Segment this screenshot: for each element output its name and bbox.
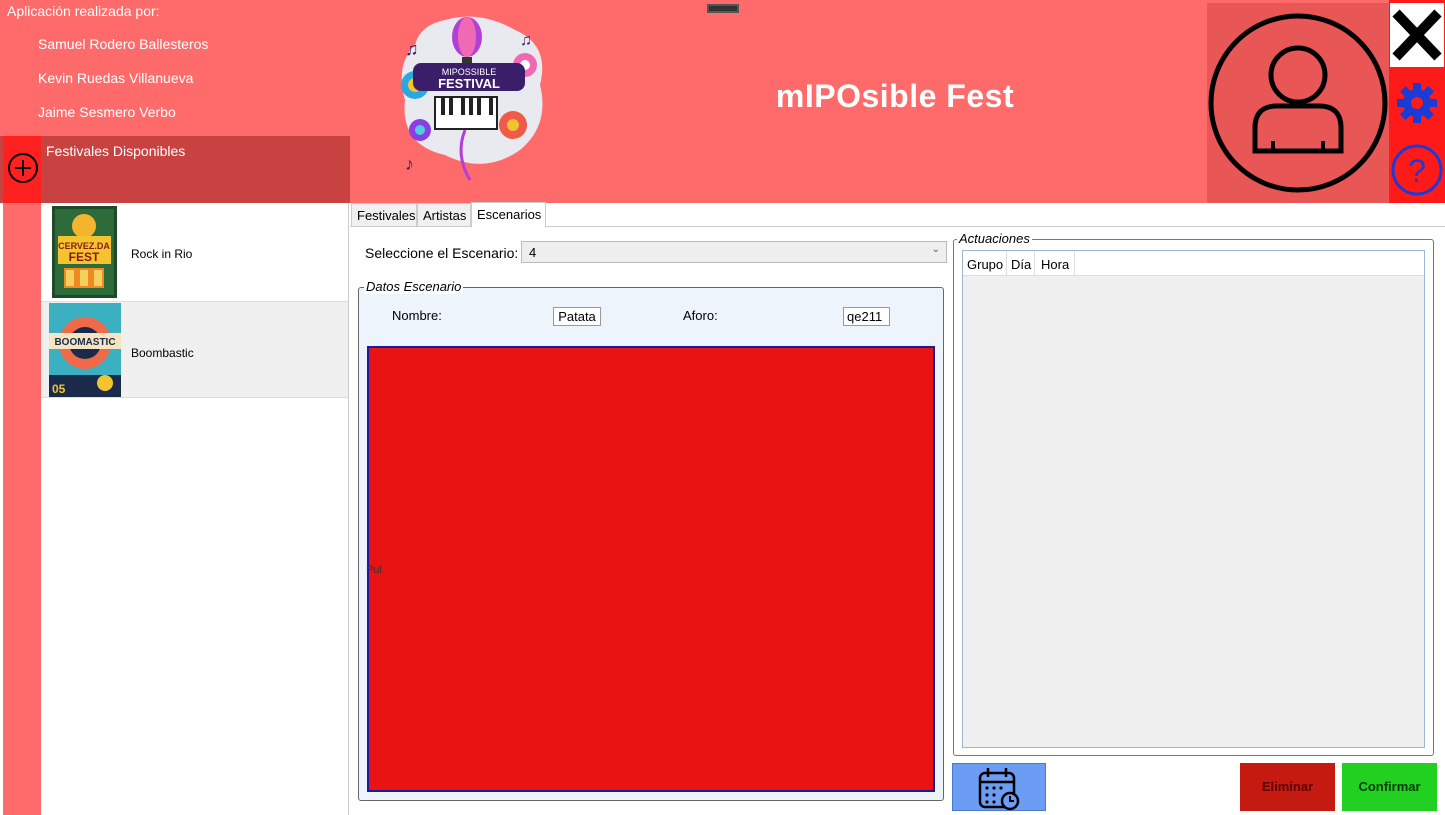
add-festival-button[interactable] [3, 136, 41, 203]
festival-list: CERVEZ.DA FEST Rock in Rio BOOMASTIC 05 … [41, 203, 349, 815]
festival-list-item-selected[interactable]: BOOMASTIC 05 Boombastic [41, 301, 348, 398]
festival-name: Boombastic [131, 346, 194, 360]
nombre-field[interactable]: Patata [553, 307, 601, 326]
svg-text:♪: ♪ [405, 154, 414, 174]
tab-artistas[interactable]: Artistas [417, 203, 471, 227]
column-header-grupo[interactable]: Grupo [963, 251, 1008, 276]
festivales-disponibles-label: Festivales Disponibles [46, 143, 186, 159]
nombre-label: Nombre: [392, 308, 442, 323]
confirmar-button[interactable]: Confirmar [1342, 763, 1437, 811]
tab-escenarios[interactable]: Escenarios [471, 202, 546, 228]
festival-poster: CERVEZ.DA FEST [52, 206, 117, 298]
festival-list-item[interactable]: CERVEZ.DA FEST Rock in Rio [41, 203, 348, 300]
tab-festivales[interactable]: Festivales [351, 203, 417, 227]
escenario-select-value: 4 [529, 245, 537, 260]
svg-text:BOOMASTIC: BOOMASTIC [54, 337, 115, 348]
app-title: mIPOsible Fest [775, 78, 1015, 114]
escenario-select-label: Seleccione el Escenario: [365, 245, 519, 261]
calendar-button[interactable] [952, 763, 1046, 811]
aforo-field[interactable]: qe211 [843, 307, 890, 326]
svg-text:♫: ♫ [405, 39, 419, 59]
credit-name: Kevin Ruedas Villanueva [38, 70, 194, 86]
escenario-image-area[interactable] [367, 346, 935, 792]
calendar-icon [978, 768, 1020, 811]
svg-text:FEST: FEST [69, 250, 100, 264]
actuaciones-grid[interactable] [962, 250, 1425, 748]
column-header-dia[interactable]: Día [1007, 251, 1036, 276]
logo-text-line: FESTIVAL [438, 76, 500, 91]
escenario-select[interactable]: 4 ⌄ [521, 241, 947, 263]
actuaciones-legend: Actuaciones [957, 231, 1032, 246]
credits-title: Aplicación realizada por: [7, 3, 160, 19]
help-icon: ? [1391, 144, 1443, 196]
close-button[interactable] [1390, 3, 1444, 67]
help-button[interactable]: ? [1390, 142, 1444, 198]
credit-name: Samuel Rodero Ballesteros [38, 36, 209, 52]
svg-text:05: 05 [52, 382, 66, 396]
pul-label: Pul [366, 564, 382, 576]
settings-button[interactable] [1395, 78, 1439, 128]
drag-handle[interactable] [707, 4, 739, 13]
gear-icon [1397, 83, 1437, 123]
credit-name: Jaime Sesmero Verbo [38, 104, 176, 120]
aforo-label: Aforo: [683, 308, 718, 323]
plus-circle-icon [8, 153, 38, 183]
eliminar-button[interactable]: Eliminar [1240, 763, 1335, 811]
festival-logo: MIPOSSIBLE FESTIVAL ♫ ♫ ♪ [401, 16, 543, 181]
svg-text:♫: ♫ [520, 32, 532, 49]
chevron-down-icon: ⌄ [931, 244, 940, 255]
left-rail [3, 203, 41, 815]
festival-poster: BOOMASTIC 05 [49, 303, 121, 397]
column-header-hora[interactable]: Hora [1037, 251, 1075, 276]
svg-text:?: ? [1408, 153, 1426, 189]
datos-escenario-legend: Datos Escenario [364, 279, 464, 294]
festival-name: Rock in Rio [131, 247, 193, 261]
user-avatar-icon [1208, 13, 1388, 193]
close-icon [1392, 9, 1442, 61]
user-avatar-button[interactable] [1207, 3, 1389, 203]
